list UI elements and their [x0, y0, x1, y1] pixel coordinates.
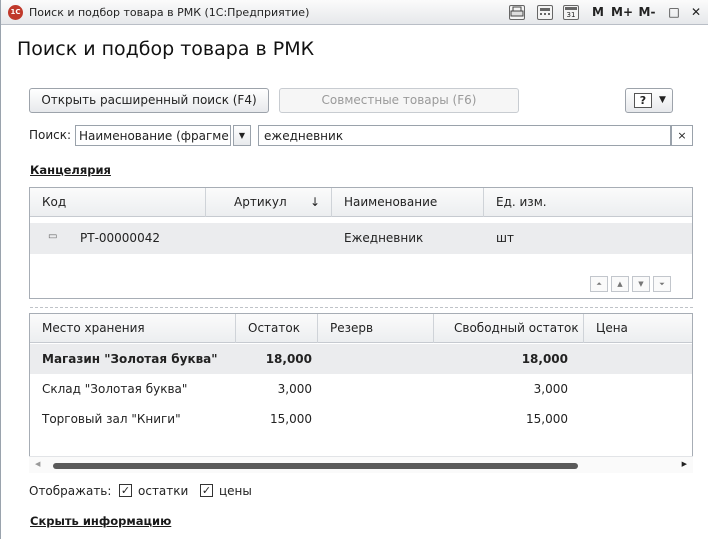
help-icon: ?: [634, 93, 652, 108]
column-header-name[interactable]: Наименование: [332, 188, 484, 217]
scroll-left-icon[interactable]: ◀: [35, 460, 40, 468]
category-link[interactable]: Канцелярия: [30, 163, 111, 177]
cell-rest: 18,000: [265, 352, 312, 366]
calculator-icon[interactable]: [537, 5, 553, 20]
cell-place: Магазин "Золотая буква": [42, 352, 218, 366]
column-header-reserve[interactable]: Резерв: [318, 314, 434, 343]
cell-place: Торговый зал "Книги": [42, 412, 181, 426]
cell-name: Ежедневник: [344, 231, 424, 245]
chevron-down-icon: ▼: [659, 95, 666, 105]
prices-checkbox-label[interactable]: цены: [219, 484, 252, 498]
column-header-free[interactable]: Свободный остаток: [434, 314, 584, 343]
prev-row-icon[interactable]: ▲: [611, 276, 629, 292]
cell-free: 3,000: [533, 382, 568, 396]
search-input-value: ежедневник: [264, 129, 344, 143]
app-logo-icon: 1С: [8, 5, 23, 20]
display-label: Отображать:: [29, 484, 112, 498]
clear-search-button[interactable]: ×: [671, 125, 693, 146]
column-header-place[interactable]: Место хранения: [30, 314, 236, 343]
advanced-search-button[interactable]: Открыть расширенный поиск (F4): [29, 88, 269, 113]
window-title: Поиск и подбор товара в РМК (1С:Предприя…: [29, 6, 310, 19]
svg-text:31: 31: [567, 11, 576, 19]
cell-code: РТ-00000042: [80, 231, 160, 245]
memory-minus-button[interactable]: M-: [637, 4, 657, 21]
rests-checkbox-label[interactable]: остатки: [138, 484, 188, 498]
first-row-icon[interactable]: ⏶: [590, 276, 608, 292]
print-icon[interactable]: [509, 5, 525, 20]
scroll-right-icon[interactable]: ▶: [682, 460, 687, 468]
related-goods-button[interactable]: Совместные товары (F6): [279, 88, 519, 113]
column-header-price[interactable]: Цена: [584, 314, 692, 343]
scrollbar-thumb[interactable]: [53, 463, 578, 469]
column-header-code[interactable]: Код: [30, 188, 206, 217]
table-row[interactable]: Торговый зал "Книги" 15,000 15,000: [30, 404, 692, 434]
column-header-article-label: Артикул: [234, 195, 287, 209]
goods-table-header: Код Артикул ↓ Наименование Ед. изм.: [30, 188, 692, 217]
prices-checkbox[interactable]: ✓: [200, 484, 213, 497]
sort-arrow-icon: ↓: [310, 195, 321, 209]
column-header-rest[interactable]: Остаток: [236, 314, 318, 343]
cell-rest: 15,000: [270, 412, 312, 426]
last-row-icon[interactable]: ⏷: [653, 276, 671, 292]
column-header-article[interactable]: Артикул ↓: [206, 188, 332, 217]
table-row[interactable]: ▭ РТ-00000042 Ежедневник шт: [30, 223, 692, 254]
column-header-unit[interactable]: Ед. изм.: [484, 188, 692, 217]
cell-rest: 3,000: [277, 382, 312, 396]
main-window: 1С Поиск и подбор товара в РМК (1С:Предп…: [0, 0, 708, 539]
search-mode-select[interactable]: Наименование (фрагме: [75, 125, 231, 146]
stock-table-header: Место хранения Остаток Резерв Свободный …: [30, 314, 692, 343]
memory-plus-button[interactable]: M+: [611, 4, 633, 21]
item-icon: ▭: [48, 231, 58, 242]
cell-free: 18,000: [521, 352, 568, 366]
table-row[interactable]: Склад "Золотая буква" 3,000 3,000: [30, 374, 692, 404]
hide-info-link[interactable]: Скрыть информацию: [30, 514, 171, 528]
splitter[interactable]: [30, 307, 693, 308]
table-row[interactable]: Магазин "Золотая буква" 18,000 18,000: [30, 344, 692, 374]
horizontal-scrollbar[interactable]: ◀ ▶: [29, 456, 693, 473]
search-mode-value: Наименование (фрагме: [79, 129, 229, 143]
cell-unit: шт: [496, 231, 514, 245]
stock-table[interactable]: Место хранения Остаток Резерв Свободный …: [29, 313, 693, 473]
next-row-icon[interactable]: ▼: [632, 276, 650, 292]
cell-place: Склад "Золотая буква": [42, 382, 188, 396]
memory-button[interactable]: M: [591, 4, 605, 21]
page-title: Поиск и подбор товара в РМК: [17, 38, 315, 60]
cell-free: 15,000: [526, 412, 568, 426]
rests-checkbox[interactable]: ✓: [119, 484, 132, 497]
calendar-icon[interactable]: 31: [563, 5, 579, 20]
title-bar: 1С Поиск и подбор товара в РМК (1С:Предп…: [1, 0, 708, 25]
search-label: Поиск:: [29, 128, 72, 142]
search-mode-dropdown-icon[interactable]: ▼: [233, 125, 251, 146]
help-button[interactable]: ? ▼: [625, 88, 673, 113]
close-button[interactable]: ✕: [689, 4, 703, 21]
search-input[interactable]: ежедневник: [258, 125, 671, 146]
restore-button[interactable]: □: [667, 4, 681, 21]
